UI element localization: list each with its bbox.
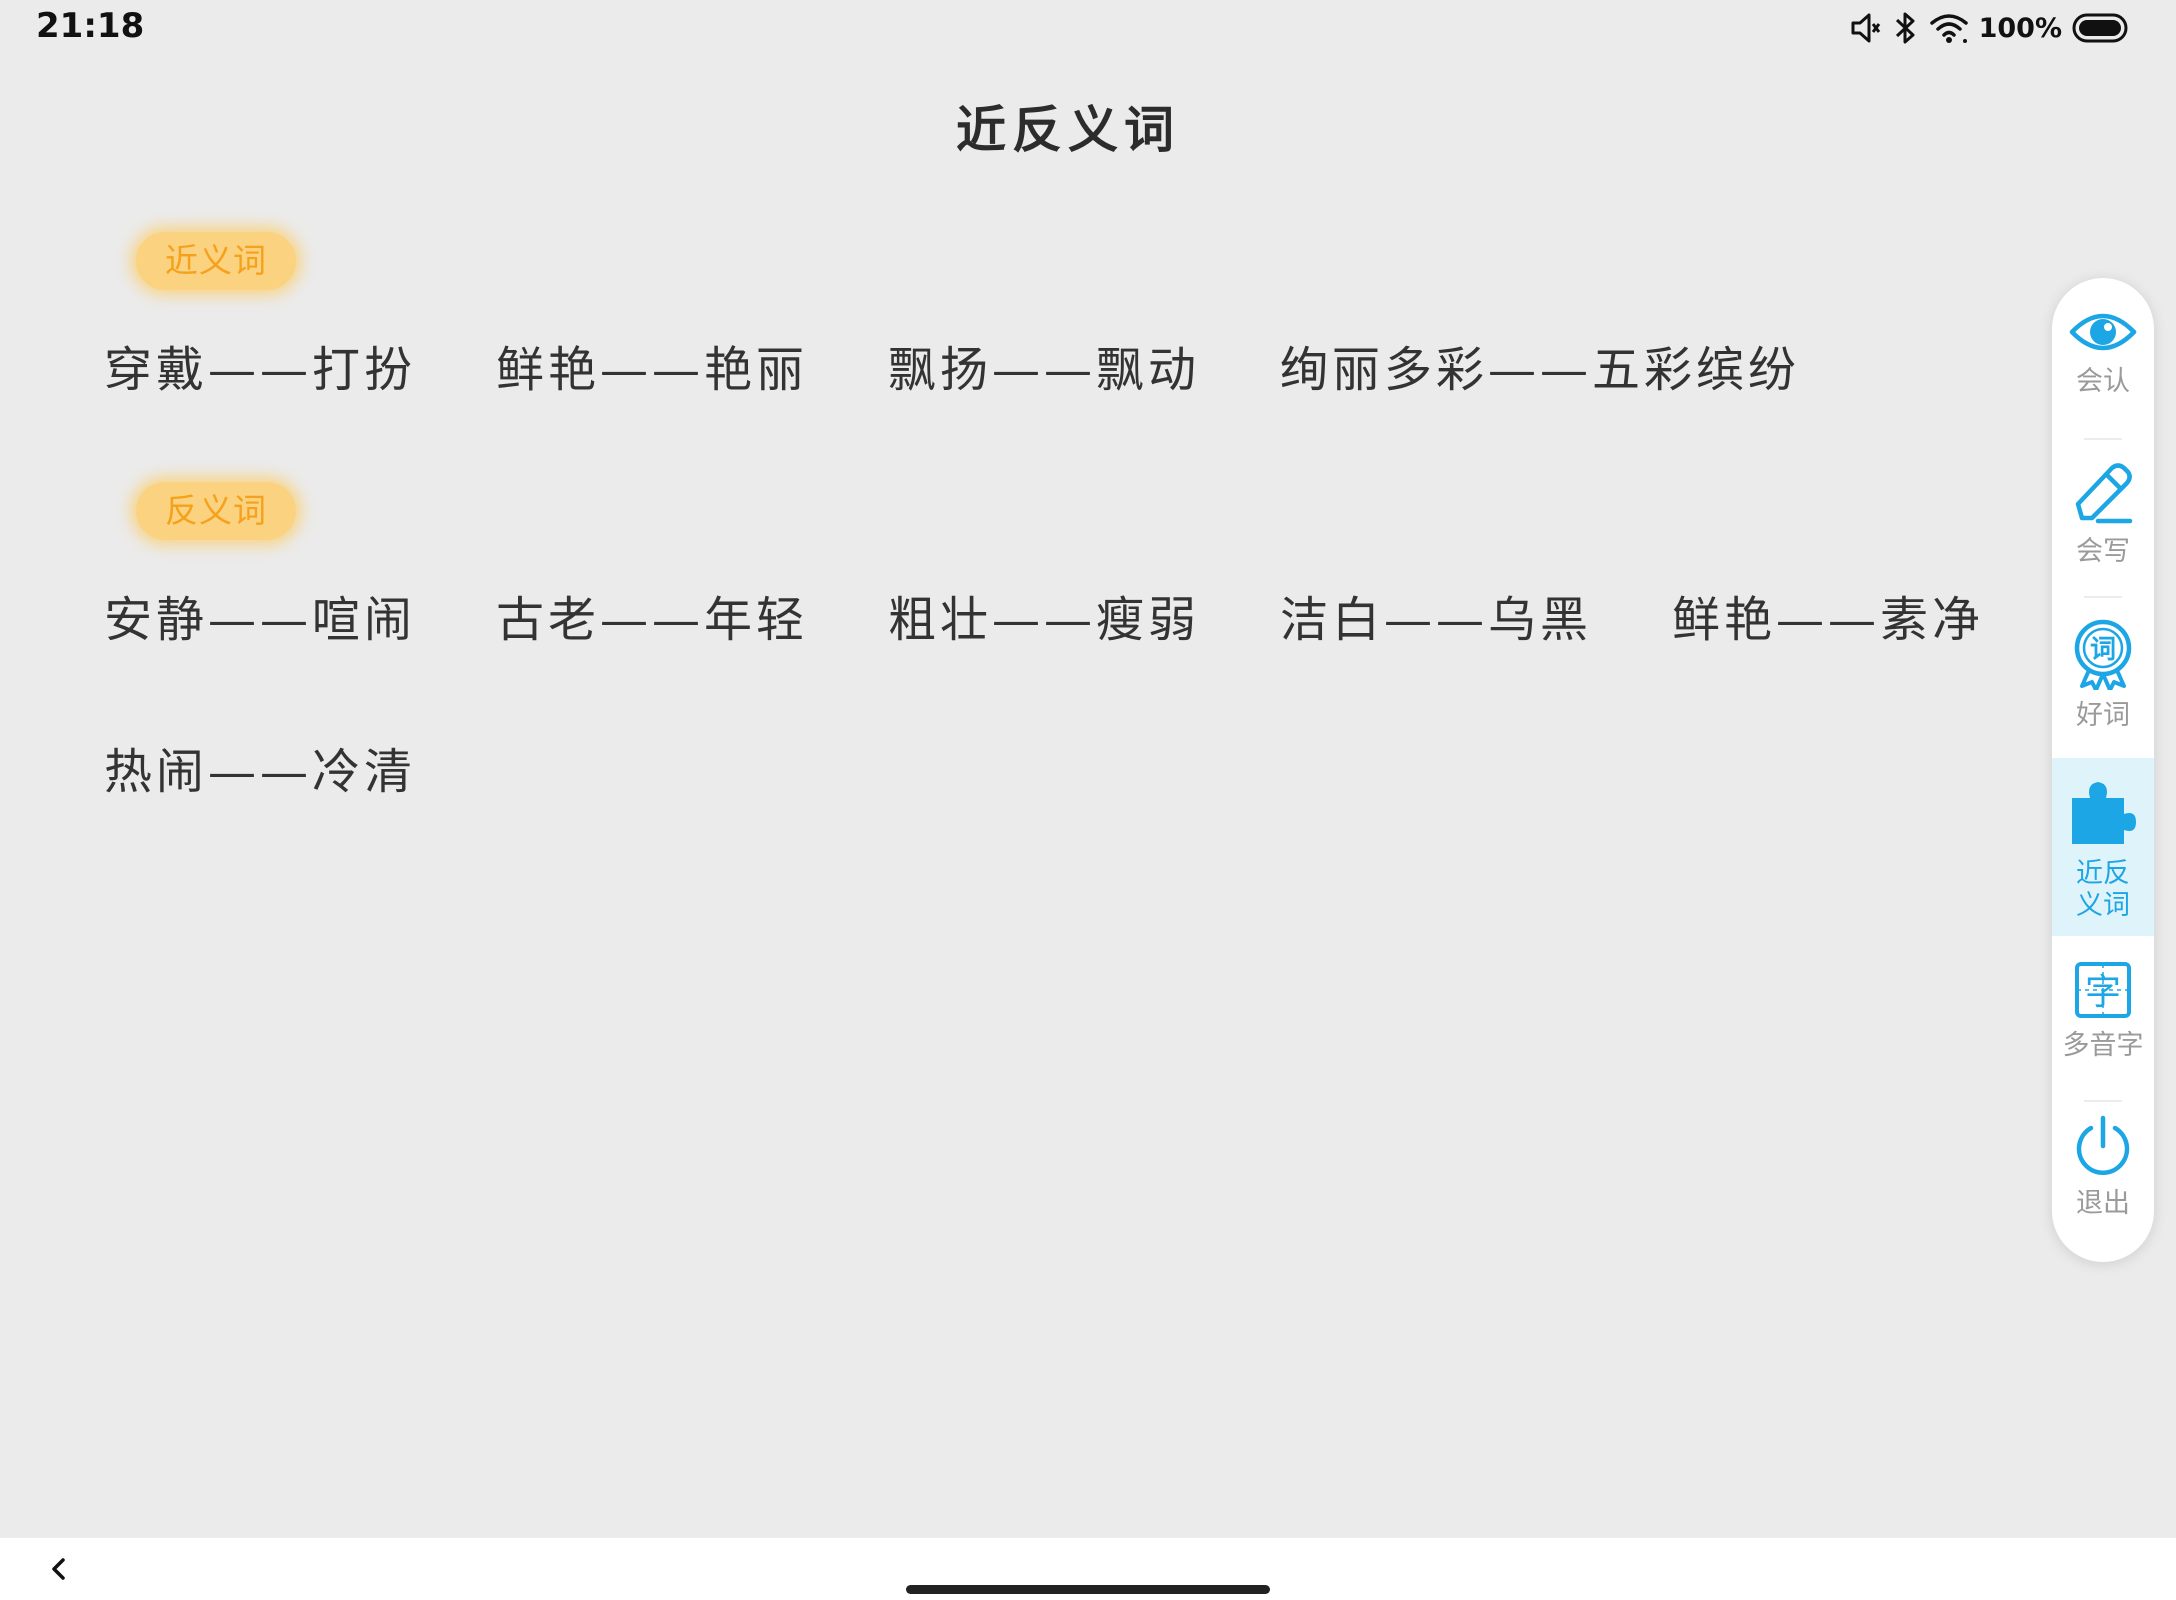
toolbar-divider — [2084, 596, 2122, 598]
antonym-pair: 粗壮——瘦弱 — [888, 592, 1201, 648]
tool-good-words[interactable]: 词 好词 — [2052, 618, 2154, 732]
tool-label: 多音字 — [2062, 1030, 2144, 1061]
tool-label: 会写 — [2076, 536, 2130, 567]
bluetooth-icon — [1893, 10, 1919, 46]
synonym-pair: 鲜艳——艳丽 — [496, 342, 809, 398]
synonym-badge: 近义词 — [136, 232, 296, 290]
side-toolbar: 会认 会写 词 好词 近反义词 字 多音字 退出 — [2052, 278, 2154, 1262]
status-bar: 21:18 100% — [0, 0, 2176, 56]
page-title: 近反义词 — [956, 100, 1180, 159]
synonym-pair: 穿戴——打扮 — [104, 342, 417, 398]
toolbar-divider — [2084, 1100, 2122, 1102]
back-chevron-icon[interactable] — [44, 1554, 74, 1584]
synonym-pair: 飘扬——飘动 — [888, 342, 1201, 398]
home-indicator[interactable] — [906, 1585, 1270, 1594]
svg-text:字: 字 — [2085, 972, 2121, 1013]
antonym-pair: 古老——年轻 — [496, 592, 809, 648]
antonym-pair: 鲜艳——素净 — [1672, 592, 1985, 648]
status-icons: 100% — [1849, 8, 2130, 48]
wifi-icon — [1929, 11, 1969, 45]
antonym-pair: 热闹——冷清 — [104, 744, 417, 800]
battery-percent: 100% — [1978, 12, 2062, 44]
toolbar-divider — [2084, 438, 2122, 440]
antonym-pair: 安静——喧闹 — [104, 592, 417, 648]
tool-label: 会认 — [2076, 366, 2130, 397]
puzzle-icon — [2068, 778, 2138, 852]
pencil-icon — [2068, 460, 2138, 530]
tool-exit[interactable]: 退出 — [2052, 1114, 2154, 1220]
tool-label: 好词 — [2076, 700, 2130, 731]
tool-label: 近反义词 — [2076, 858, 2130, 921]
svg-text:词: 词 — [2090, 635, 2116, 665]
tool-recognize[interactable]: 会认 — [2052, 308, 2154, 398]
eye-icon — [2068, 308, 2138, 360]
word-badge-icon: 词 — [2070, 618, 2136, 694]
tool-polyphonic[interactable]: 字 多音字 — [2052, 960, 2154, 1062]
antonym-pair: 洁白——乌黑 — [1280, 592, 1593, 648]
power-icon — [2071, 1114, 2135, 1182]
mute-icon — [1849, 11, 1883, 45]
tool-label: 退出 — [2076, 1188, 2130, 1219]
battery-icon — [2072, 12, 2130, 44]
antonym-badge: 反义词 — [136, 482, 296, 540]
synonym-pair: 绚丽多彩——五彩缤纷 — [1280, 342, 1801, 398]
tool-synonyms-antonyms[interactable]: 近反义词 — [2052, 758, 2154, 936]
tool-write[interactable]: 会写 — [2052, 460, 2154, 568]
status-time: 21:18 — [36, 6, 145, 46]
character-icon: 字 — [2073, 960, 2133, 1024]
